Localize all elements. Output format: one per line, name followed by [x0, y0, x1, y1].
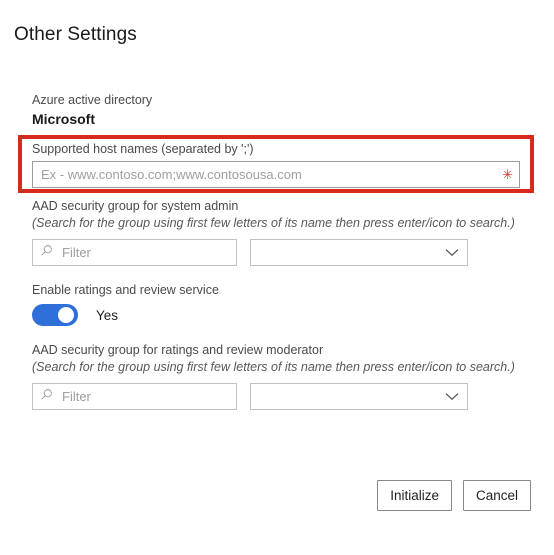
- required-asterisk-icon: ✳: [502, 166, 513, 182]
- supported-host-names-input[interactable]: [39, 167, 513, 182]
- groups-and-toggle-area: AAD security group for system admin (Sea…: [32, 198, 522, 410]
- moderator-group-dropdown[interactable]: [250, 383, 468, 410]
- system-admin-filter-input[interactable]: [60, 244, 229, 261]
- chevron-down-icon: [445, 245, 459, 260]
- moderator-group-section: AAD security group for ratings and revie…: [32, 342, 522, 410]
- moderator-group-hint: (Search for the group using first few le…: [32, 360, 515, 374]
- system-admin-group-label: AAD security group for system admin: [32, 199, 239, 213]
- ratings-service-toggle[interactable]: [32, 304, 78, 326]
- page-title: Other Settings: [14, 24, 137, 45]
- initialize-button[interactable]: Initialize: [377, 480, 452, 511]
- system-admin-group-section: AAD security group for system admin (Sea…: [32, 198, 522, 266]
- system-admin-group-row: [32, 239, 522, 266]
- system-admin-filter-wrapper[interactable]: [32, 239, 237, 266]
- cancel-button[interactable]: Cancel: [462, 480, 531, 511]
- azure-directory-section: Azure active directory Microsoft: [32, 92, 522, 128]
- settings-form: Azure active directory Microsoft: [32, 92, 522, 128]
- search-icon: [40, 244, 53, 262]
- search-icon: [40, 388, 53, 406]
- system-admin-group-dropdown[interactable]: [250, 239, 468, 266]
- chevron-down-icon: [445, 389, 459, 404]
- moderator-filter-wrapper[interactable]: [32, 383, 237, 410]
- ratings-service-toggle-row: Yes: [32, 304, 522, 326]
- supported-host-names-field: Supported host names (separated by ';') …: [32, 141, 520, 188]
- system-admin-group-hint: (Search for the group using first few le…: [32, 216, 515, 230]
- azure-directory-label: Azure active directory: [32, 93, 153, 107]
- moderator-group-label: AAD security group for ratings and revie…: [32, 343, 324, 357]
- ratings-service-label: Enable ratings and review service: [32, 283, 219, 297]
- toggle-knob: [58, 307, 74, 323]
- ratings-service-toggle-state: Yes: [96, 307, 119, 323]
- ratings-service-section: Enable ratings and review service Yes: [32, 282, 522, 326]
- moderator-filter-input[interactable]: [60, 388, 229, 405]
- azure-directory-value: Microsoft: [32, 111, 95, 127]
- moderator-group-row: [32, 383, 522, 410]
- supported-host-names-label: Supported host names (separated by ';'): [32, 142, 254, 156]
- footer-actions: Initialize Cancel: [0, 480, 554, 511]
- supported-host-names-input-wrapper[interactable]: ✳: [32, 161, 520, 188]
